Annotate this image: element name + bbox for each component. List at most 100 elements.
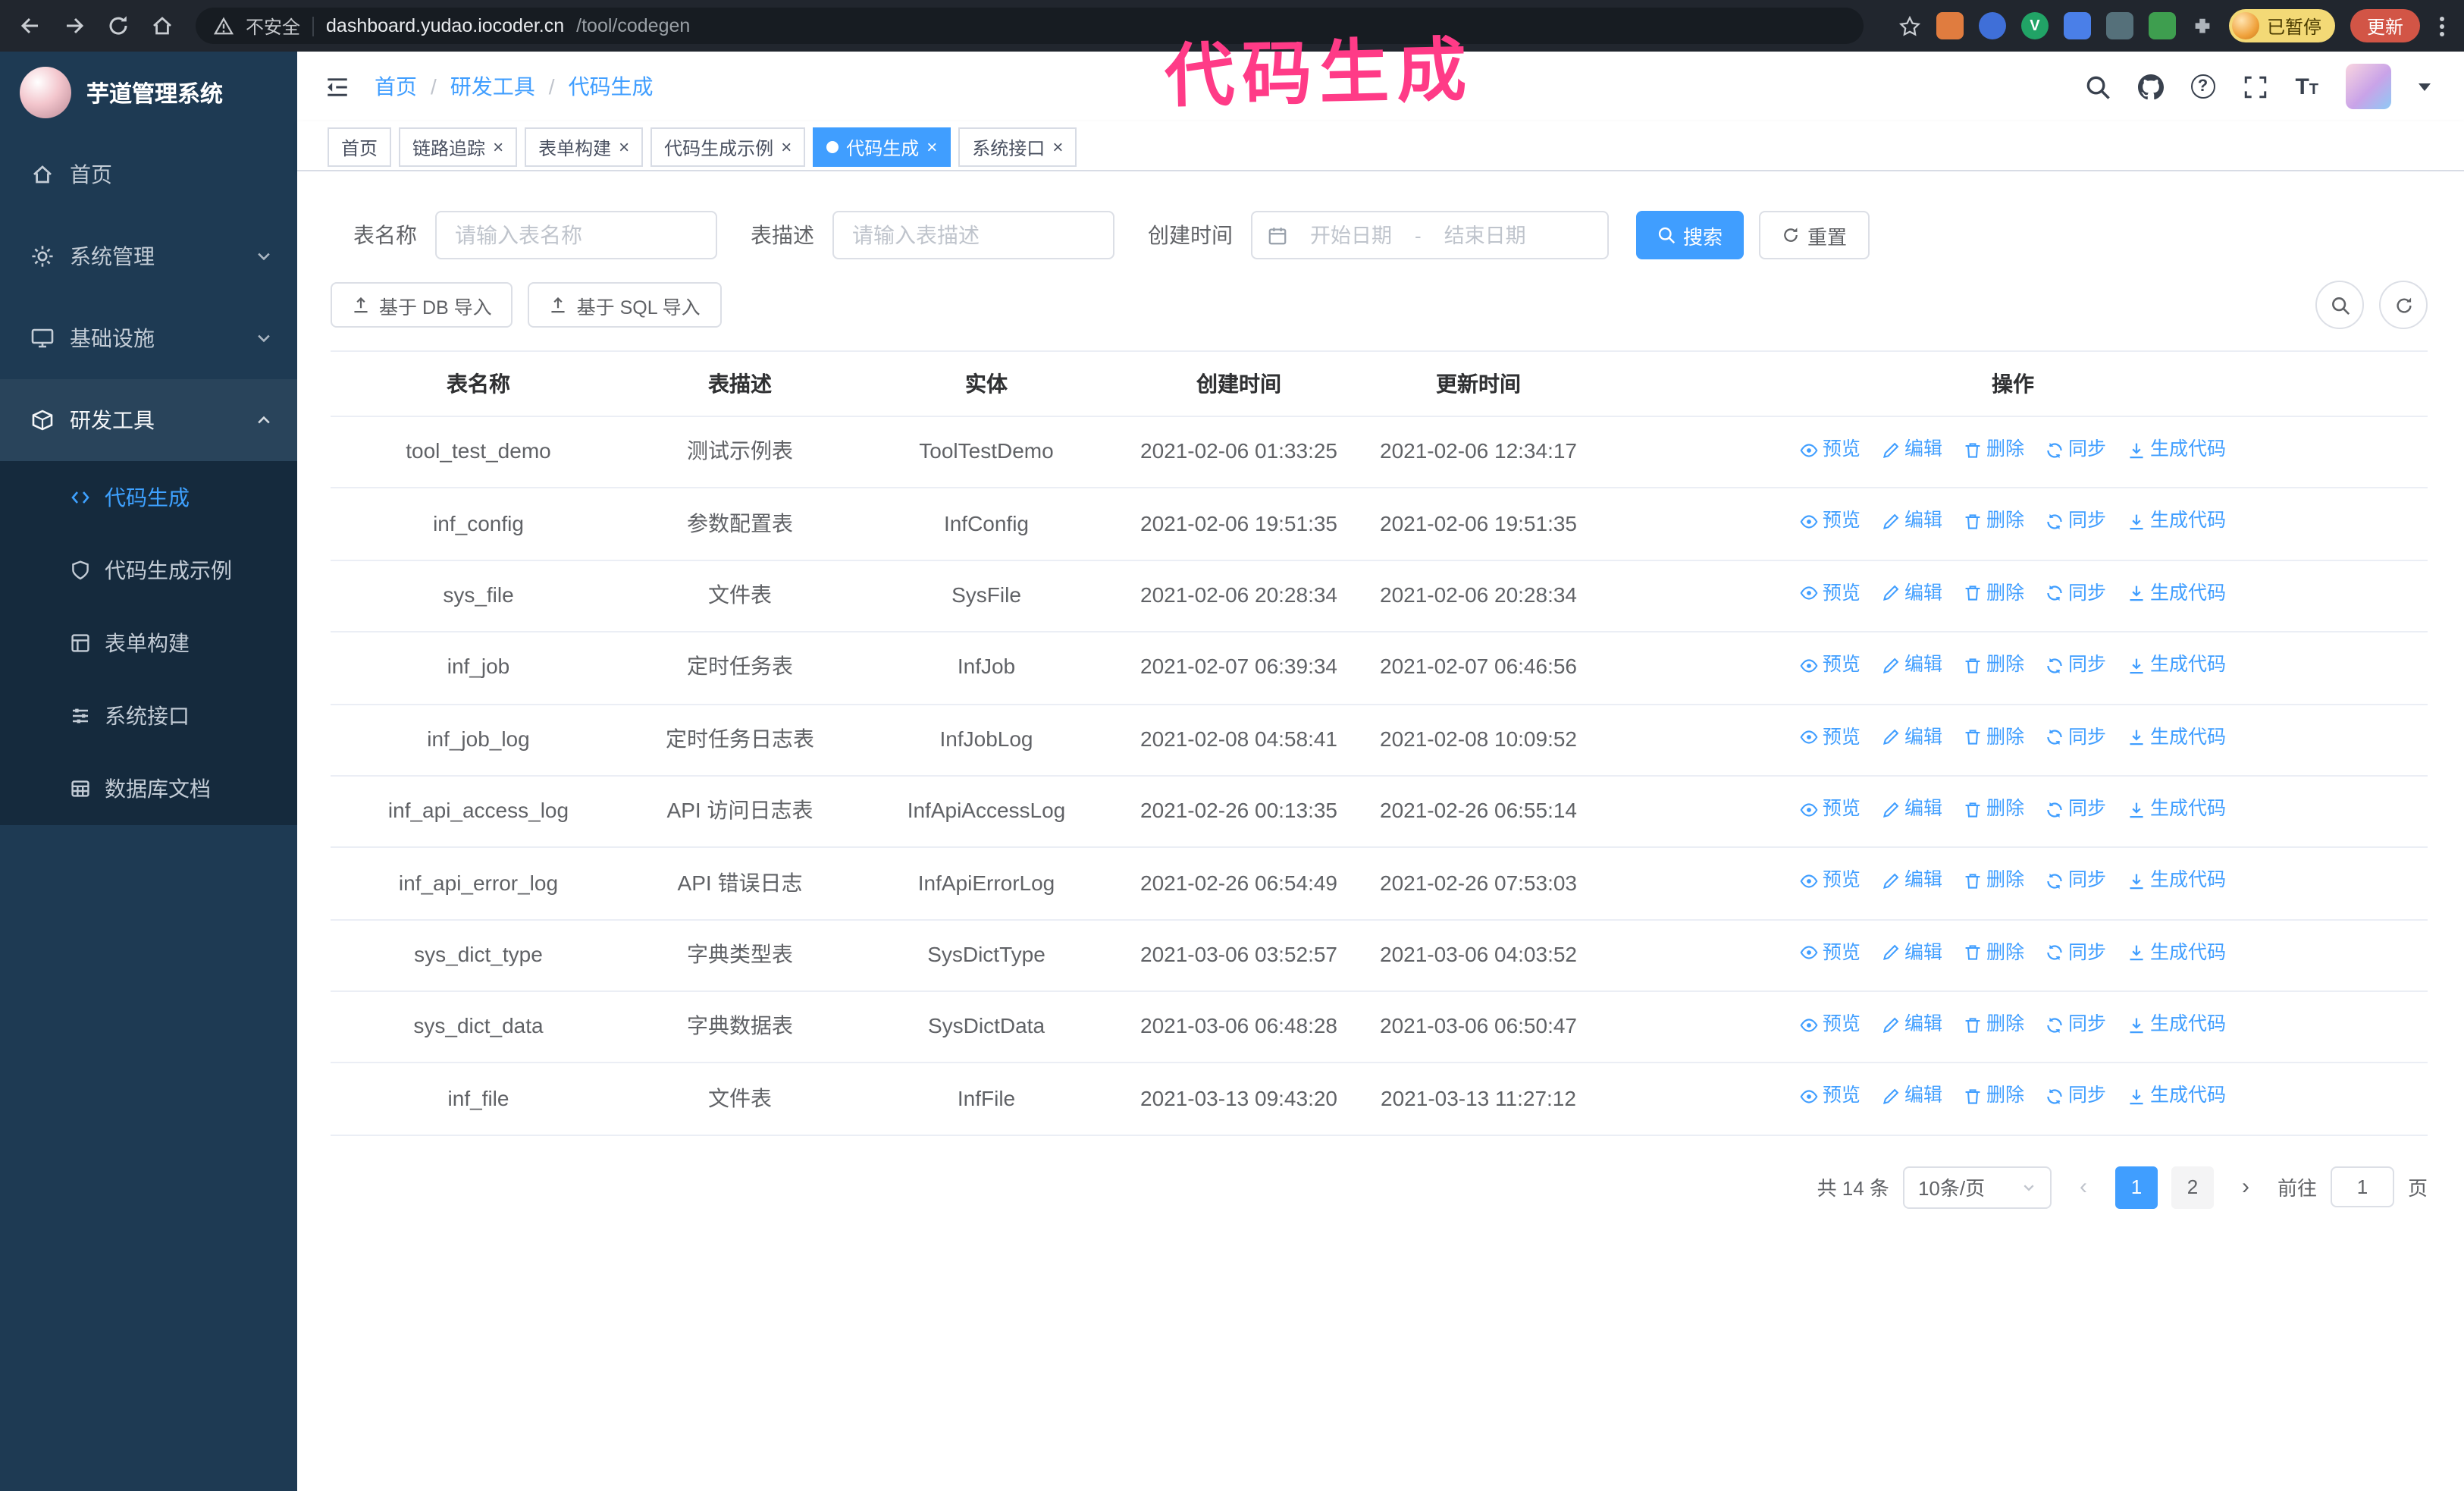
user-avatar[interactable] xyxy=(2346,64,2391,109)
prev-page-button[interactable]: ‹ xyxy=(2065,1166,2102,1209)
action-pencil-link[interactable]: 编辑 xyxy=(1882,938,1942,968)
action-eye-link[interactable]: 预览 xyxy=(1800,1082,1861,1112)
action-pencil-link[interactable]: 编辑 xyxy=(1882,867,1942,896)
tab-close-icon[interactable]: × xyxy=(493,138,503,156)
refresh-table-button[interactable] xyxy=(2379,281,2428,329)
action-sync-link[interactable]: 同步 xyxy=(2045,651,2106,680)
action-sync-link[interactable]: 同步 xyxy=(2045,795,2106,824)
profile-paused-badge[interactable]: 已暂停 xyxy=(2228,9,2335,42)
sidebar-item-database-doc[interactable]: 数据库文档 xyxy=(0,752,297,825)
extensions-puzzle-icon[interactable] xyxy=(2191,14,2214,37)
action-trash-link[interactable]: 删除 xyxy=(1964,1082,2024,1112)
action-eye-link[interactable]: 预览 xyxy=(1800,795,1861,824)
tab-home[interactable]: 首页 xyxy=(328,127,392,167)
reset-button[interactable]: 重置 xyxy=(1759,211,1870,259)
user-menu-caret-icon[interactable] xyxy=(2419,83,2431,90)
fullscreen-icon[interactable] xyxy=(2242,74,2268,99)
table-desc-input[interactable] xyxy=(832,211,1114,259)
sidebar-item-infrastructure[interactable]: 基础设施 xyxy=(0,297,297,379)
address-bar[interactable]: 不安全 dashboard.yudao.iocoder.cn/tool/code… xyxy=(196,8,1864,44)
browser-update-button[interactable]: 更新 xyxy=(2350,9,2420,42)
page-size-select[interactable]: 10条/页 xyxy=(1902,1166,2052,1209)
page-button-2[interactable]: 2 xyxy=(2171,1166,2214,1209)
github-icon[interactable] xyxy=(2137,74,2164,99)
action-pencil-link[interactable]: 编辑 xyxy=(1882,507,1942,537)
toggle-search-button[interactable] xyxy=(2315,281,2364,329)
extension-icon[interactable] xyxy=(1978,12,2006,39)
action-trash-link[interactable]: 删除 xyxy=(1964,795,2024,824)
tab-close-icon[interactable]: × xyxy=(781,138,792,156)
search-button[interactable]: 搜索 xyxy=(1636,211,1745,259)
action-sync-link[interactable]: 同步 xyxy=(2045,938,2106,968)
action-download-link[interactable]: 生成代码 xyxy=(2127,579,2226,609)
browser-menu-icon[interactable] xyxy=(2435,16,2449,36)
action-trash-link[interactable]: 删除 xyxy=(1964,579,2024,609)
tab-form-builder[interactable]: 表单构建 × xyxy=(525,127,644,167)
sidebar-item-codegen-example[interactable]: 代码生成示例 xyxy=(0,534,297,607)
action-download-link[interactable]: 生成代码 xyxy=(2127,1010,2226,1040)
bookmark-star-icon[interactable] xyxy=(1898,14,1921,37)
action-trash-link[interactable]: 删除 xyxy=(1964,435,2024,465)
page-button-1[interactable]: 1 xyxy=(2114,1166,2158,1209)
sidebar-item-code-generation[interactable]: 代码生成 xyxy=(0,461,297,534)
action-eye-link[interactable]: 预览 xyxy=(1800,938,1861,968)
next-page-button[interactable]: › xyxy=(2227,1166,2264,1209)
action-trash-link[interactable]: 删除 xyxy=(1964,867,2024,896)
action-eye-link[interactable]: 预览 xyxy=(1800,867,1861,896)
breadcrumb-devtools[interactable]: 研发工具 xyxy=(450,71,535,102)
sidebar-item-devtools[interactable]: 研发工具 xyxy=(0,379,297,461)
action-sync-link[interactable]: 同步 xyxy=(2045,507,2106,537)
action-download-link[interactable]: 生成代码 xyxy=(2127,867,2226,896)
back-icon[interactable] xyxy=(18,14,42,38)
extension-icon[interactable] xyxy=(2105,12,2133,39)
collapse-sidebar-icon[interactable] xyxy=(324,74,350,99)
action-download-link[interactable]: 生成代码 xyxy=(2127,723,2226,752)
action-trash-link[interactable]: 删除 xyxy=(1964,723,2024,752)
forward-icon[interactable] xyxy=(62,14,86,38)
help-icon[interactable]: ? xyxy=(2190,74,2215,99)
sidebar-item-form-builder[interactable]: 表单构建 xyxy=(0,607,297,680)
action-pencil-link[interactable]: 编辑 xyxy=(1882,1082,1942,1112)
import-db-button[interactable]: 基于 DB 导入 xyxy=(331,282,513,328)
action-trash-link[interactable]: 删除 xyxy=(1964,651,2024,680)
font-size-icon[interactable]: TT xyxy=(2295,74,2318,99)
action-pencil-link[interactable]: 编辑 xyxy=(1882,651,1942,680)
action-pencil-link[interactable]: 编辑 xyxy=(1882,579,1942,609)
action-pencil-link[interactable]: 编辑 xyxy=(1882,795,1942,824)
sidebar-item-system-api[interactable]: 系统接口 xyxy=(0,680,297,752)
extension-icon[interactable] xyxy=(1936,12,1964,39)
import-sql-button[interactable]: 基于 SQL 导入 xyxy=(528,282,722,328)
action-trash-link[interactable]: 删除 xyxy=(1964,507,2024,537)
action-download-link[interactable]: 生成代码 xyxy=(2127,795,2226,824)
action-eye-link[interactable]: 预览 xyxy=(1800,651,1861,680)
action-sync-link[interactable]: 同步 xyxy=(2045,1010,2106,1040)
action-download-link[interactable]: 生成代码 xyxy=(2127,938,2226,968)
action-sync-link[interactable]: 同步 xyxy=(2045,723,2106,752)
action-download-link[interactable]: 生成代码 xyxy=(2127,507,2226,537)
action-sync-link[interactable]: 同步 xyxy=(2045,435,2106,465)
tab-codegen-example[interactable]: 代码生成示例 × xyxy=(650,127,806,167)
action-pencil-link[interactable]: 编辑 xyxy=(1882,1010,1942,1040)
action-sync-link[interactable]: 同步 xyxy=(2045,867,2106,896)
end-date-input[interactable] xyxy=(1428,224,1541,246)
tab-tracing[interactable]: 链路追踪 × xyxy=(399,127,518,167)
tab-close-icon[interactable]: × xyxy=(1052,138,1063,156)
sidebar-item-system[interactable]: 系统管理 xyxy=(0,215,297,297)
start-date-input[interactable] xyxy=(1295,224,1407,246)
action-download-link[interactable]: 生成代码 xyxy=(2127,435,2226,465)
extension-icon[interactable] xyxy=(2148,12,2176,39)
tab-close-icon[interactable]: × xyxy=(926,138,937,156)
tab-close-icon[interactable]: × xyxy=(619,138,629,156)
action-sync-link[interactable]: 同步 xyxy=(2045,579,2106,609)
action-pencil-link[interactable]: 编辑 xyxy=(1882,723,1942,752)
table-name-input[interactable] xyxy=(435,211,717,259)
sidebar-item-home[interactable]: 首页 xyxy=(0,133,297,215)
action-trash-link[interactable]: 删除 xyxy=(1964,1010,2024,1040)
goto-page-input[interactable] xyxy=(2330,1166,2394,1208)
action-trash-link[interactable]: 删除 xyxy=(1964,938,2024,968)
header-search-icon[interactable] xyxy=(2084,74,2110,99)
action-eye-link[interactable]: 预览 xyxy=(1800,507,1861,537)
browser-home-icon[interactable] xyxy=(150,14,174,38)
action-download-link[interactable]: 生成代码 xyxy=(2127,1082,2226,1112)
tab-system-api[interactable]: 系统接口 × xyxy=(958,127,1077,167)
